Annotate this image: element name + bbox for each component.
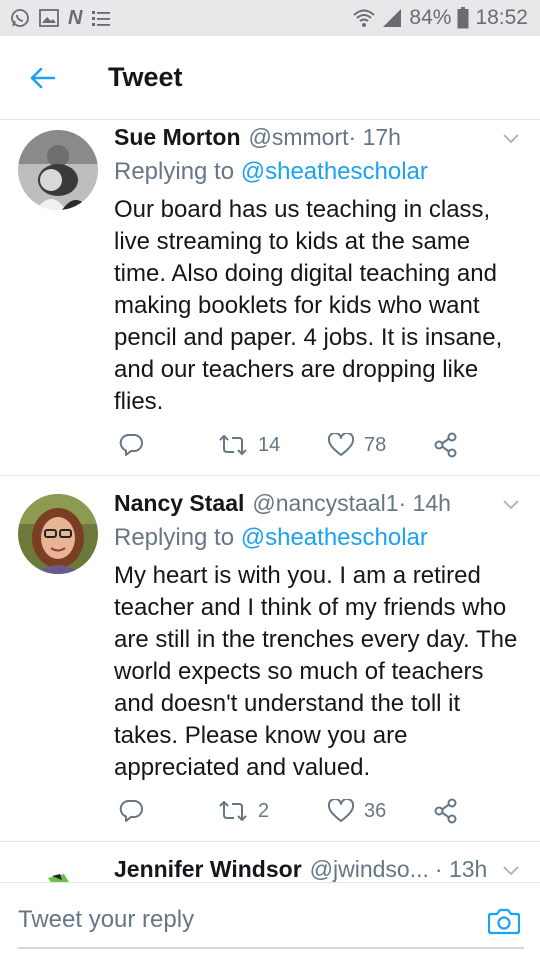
- replying-to: Replying to @sheathescholar: [114, 158, 428, 186]
- heart-icon: [328, 433, 354, 456]
- retweet-count: 14: [258, 433, 281, 456]
- like-count: 78: [364, 433, 387, 456]
- chevron-down-icon[interactable]: [502, 496, 520, 514]
- tweet-item[interactable]: Jennifer Windsor @jwindso... · 13h: [0, 842, 540, 882]
- wifi-icon: [353, 8, 376, 28]
- like-button[interactable]: 78: [328, 430, 386, 460]
- app-header: Tweet: [0, 36, 540, 120]
- tweet-header: Sue Morton @smmort · 17h: [114, 124, 526, 151]
- retweet-icon: [219, 801, 247, 821]
- tweet-header: Jennifer Windsor @jwindso... · 13h: [114, 856, 526, 882]
- reply-button[interactable]: [118, 430, 144, 460]
- reply-button[interactable]: [118, 796, 144, 826]
- camera-icon: [487, 908, 521, 935]
- tweet-header: Nancy Staal @nancystaal1 · 14h: [114, 490, 526, 517]
- tweet-actions: 14 78: [114, 430, 474, 460]
- display-name[interactable]: Sue Morton: [114, 124, 241, 151]
- retweet-icon: [219, 435, 247, 455]
- tweet-item[interactable]: Sue Morton @smmort · 17h Replying to @sh…: [0, 120, 540, 476]
- n-app-icon: N: [68, 6, 83, 29]
- avatar[interactable]: [18, 130, 98, 210]
- username[interactable]: @nancystaal1: [252, 490, 398, 517]
- share-icon: [434, 798, 457, 824]
- checklist-icon: [91, 9, 111, 27]
- chevron-down-icon[interactable]: [502, 130, 520, 148]
- reply-input[interactable]: [18, 893, 524, 949]
- tweet-time: · 14h: [398, 490, 451, 516]
- username[interactable]: @jwindso...: [310, 856, 429, 882]
- username[interactable]: @smmort: [249, 124, 349, 151]
- tweet-actions: 2 36: [114, 796, 474, 826]
- display-name[interactable]: Nancy Staal: [114, 490, 244, 517]
- reply-icon: [119, 434, 143, 456]
- whatsapp-icon: [10, 8, 30, 28]
- avatar[interactable]: [18, 494, 98, 574]
- replying-to-link[interactable]: @sheathescholar: [241, 524, 428, 551]
- replying-prefix: Replying to: [114, 158, 241, 185]
- replying-to-link[interactable]: @sheathescholar: [241, 158, 428, 185]
- retweet-button[interactable]: 14: [218, 430, 280, 460]
- share-button[interactable]: [434, 796, 458, 826]
- battery-percent: 84%: [409, 6, 452, 29]
- replying-prefix: Replying to: [114, 524, 241, 551]
- heart-icon: [328, 799, 354, 822]
- gallery-icon: [39, 9, 59, 27]
- reply-icon: [119, 800, 143, 822]
- avatar[interactable]: [34, 870, 84, 882]
- status-bar: N 84% 18:52: [0, 0, 540, 36]
- like-count: 36: [364, 799, 387, 822]
- tweet-text: My heart is with you. I am a retired tea…: [114, 562, 518, 781]
- page-title: Tweet: [108, 62, 183, 92]
- share-icon: [434, 432, 457, 458]
- battery-icon: [457, 7, 469, 29]
- reply-composer: [0, 882, 540, 960]
- share-button[interactable]: [434, 430, 458, 460]
- back-button[interactable]: [0, 36, 84, 120]
- tweet-text: Our board has us teaching in class, live…: [114, 196, 503, 415]
- arrow-left-icon: [30, 67, 55, 88]
- chevron-down-icon[interactable]: [502, 862, 520, 880]
- retweet-button[interactable]: 2: [218, 796, 269, 826]
- signal-icon: [381, 8, 403, 28]
- tweet-item[interactable]: Nancy Staal @nancystaal1 · 14h Replying …: [0, 476, 540, 842]
- like-button[interactable]: 36: [328, 796, 386, 826]
- clock: 18:52: [475, 6, 528, 29]
- tweet-time: · 17h: [348, 124, 401, 150]
- tweet-time: · 13h: [434, 856, 488, 882]
- replying-to: Replying to @sheathescholar: [114, 524, 428, 552]
- display-name[interactable]: Jennifer Windsor: [114, 856, 302, 882]
- camera-button[interactable]: [487, 907, 521, 940]
- retweet-count: 2: [258, 799, 270, 822]
